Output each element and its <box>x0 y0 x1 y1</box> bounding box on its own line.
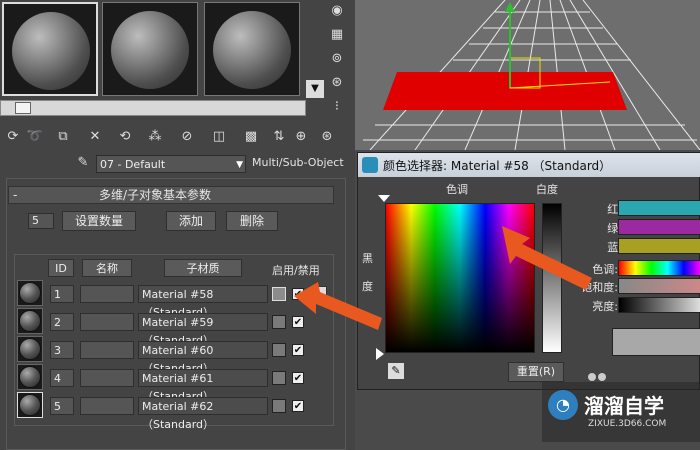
brand-logo-icon: ◔ <box>548 390 578 420</box>
arrow-to-picker-icon <box>502 226 592 290</box>
arrow-to-swatch-icon <box>294 282 382 330</box>
brand-url: ZIXUE.3D66.COM <box>588 419 667 429</box>
brand-name: 溜溜自学 <box>584 394 664 418</box>
watermark: ◔ 溜溜自学 ZIXUE.3D66.COM <box>542 382 700 442</box>
